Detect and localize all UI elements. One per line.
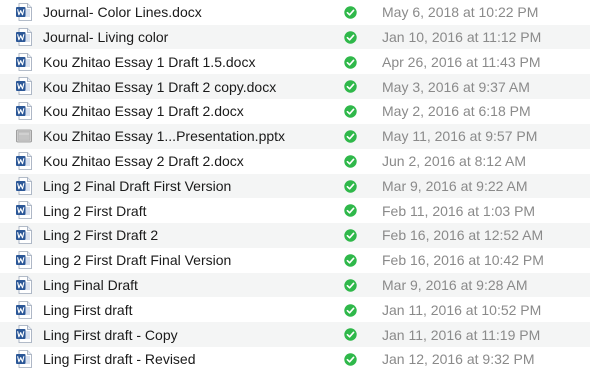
file-name: Kou Zhitao Essay 1 Draft 1.5.docx [43,53,256,70]
word-doc-icon [16,350,32,369]
date-modified: Feb 11, 2016 at 1:03 PM [382,202,536,219]
synced-check-icon [344,204,357,218]
date-modified: May 3, 2016 at 9:37 AM [382,78,530,95]
file-row[interactable]: Ling Final Draft Mar 9, 2016 at 9:28 AM [0,272,590,298]
word-doc-icon [16,77,32,96]
presentation-file-icon [16,127,32,145]
date-modified: Jun 2, 2016 at 8:12 AM [382,153,526,170]
file-row[interactable]: Journal- Living color Jan 10, 2016 at 11:… [0,24,590,50]
file-row[interactable]: Ling 2 First Draft 2 Feb 16, 2016 at 12:5… [0,223,590,248]
date-modified: Jan 12, 2016 at 9:32 PM [382,351,535,368]
file-row[interactable]: Journal- Color Lines.docx May 6, 2018 at … [0,0,590,25]
file-name: Ling First draft - Copy [43,326,178,343]
file-row[interactable]: Kou Zhitao Essay 1 Draft 2 copy.docx May … [0,74,590,99]
word-doc-icon [16,52,32,71]
date-modified: Jan 11, 2016 at 11:19 PM [382,326,541,343]
file-row[interactable]: Kou Zhitao Essay 1...Presentation.pptx Ma… [0,124,590,149]
file-list: Journal- Color Lines.docx May 6, 2018 at … [0,0,590,376]
file-name: Kou Zhitao Essay 2 Draft 2.docx [43,153,244,170]
file-name: Ling 2 First Draft 2 [43,227,159,244]
file-name: Journal- Living color [43,29,169,46]
synced-check-icon [344,105,357,118]
date-modified: Mar 9, 2016 at 9:28 AM [382,277,528,294]
word-doc-icon [16,27,32,46]
synced-check-icon [344,303,357,317]
synced-check-icon [344,254,357,267]
file-name: Ling 2 First Draft Final Version [43,252,232,269]
word-doc-icon [16,300,32,319]
word-doc-icon [16,201,32,220]
word-doc-icon [16,3,32,21]
word-doc-icon [16,325,32,344]
word-doc-icon [16,251,32,269]
synced-check-icon [344,31,357,44]
file-name: Ling Final Draft [43,277,138,294]
word-doc-icon [16,226,32,245]
file-name: Ling 2 First Draft [43,202,147,219]
file-row[interactable]: Ling 2 First Draft Final Version Feb 16, … [0,248,590,273]
date-modified: May 2, 2016 at 6:18 PM [382,103,531,120]
date-modified: Apr 26, 2016 at 11:43 PM [382,53,541,70]
synced-check-icon [344,80,357,94]
file-row[interactable]: Ling 2 Final Draft First Version Mar 9, 2… [0,173,590,199]
file-row[interactable]: Ling First draft - Copy Jan 11, 2016 at 1… [0,322,590,347]
file-row[interactable]: Ling 2 First Draft Feb 11, 2016 at 1:03 P… [0,198,590,223]
file-row[interactable]: Ling First draft - Revised Jan 12, 2016 a… [0,347,590,372]
file-row[interactable]: Kou Zhitao Essay 1 Draft 1.5.docx Apr 26,… [0,50,590,75]
synced-check-icon [344,229,357,242]
date-modified: May 6, 2018 at 10:22 PM [382,4,539,21]
file-row[interactable]: Ling First draft Jan 11, 2016 at 10:52 PM [0,298,590,323]
synced-check-icon [344,6,357,19]
file-name: Kou Zhitao Essay 1 Draft 2.docx [43,103,244,120]
date-modified: Jan 11, 2016 at 10:52 PM [382,301,542,318]
file-row[interactable]: Kou Zhitao Essay 2 Draft 2.docx Jun 2, 20… [0,149,590,174]
synced-check-icon [344,155,357,168]
word-doc-icon [16,151,32,170]
synced-check-icon [344,179,357,193]
file-name: Ling 2 Final Draft First Version [43,177,232,194]
file-row[interactable]: Kou Zhitao Essay 1 Draft 2.docx May 2, 20… [0,99,590,124]
date-modified: Feb 16, 2016 at 12:52 AM [382,227,544,244]
file-name: Ling First draft - Revised [43,351,196,368]
date-modified: Mar 9, 2016 at 9:22 AM [382,177,528,194]
synced-check-icon [344,279,357,292]
synced-check-icon [344,130,357,143]
file-name: Ling First draft [43,301,133,318]
file-name: Kou Zhitao Essay 1...Presentation.pptx [43,128,286,145]
date-modified: Feb 16, 2016 at 10:42 PM [382,252,544,269]
date-modified: Jan 10, 2016 at 11:12 PM [382,29,542,46]
synced-check-icon [344,55,357,69]
file-name: Kou Zhitao Essay 1 Draft 2 copy.docx [43,78,277,95]
date-modified: May 11, 2016 at 9:57 PM [382,128,538,145]
file-name: Journal- Color Lines.docx [43,4,202,21]
word-doc-icon [16,102,32,121]
word-doc-icon [16,275,32,294]
word-doc-icon [16,176,32,195]
synced-check-icon [344,328,357,342]
synced-check-icon [344,353,357,366]
